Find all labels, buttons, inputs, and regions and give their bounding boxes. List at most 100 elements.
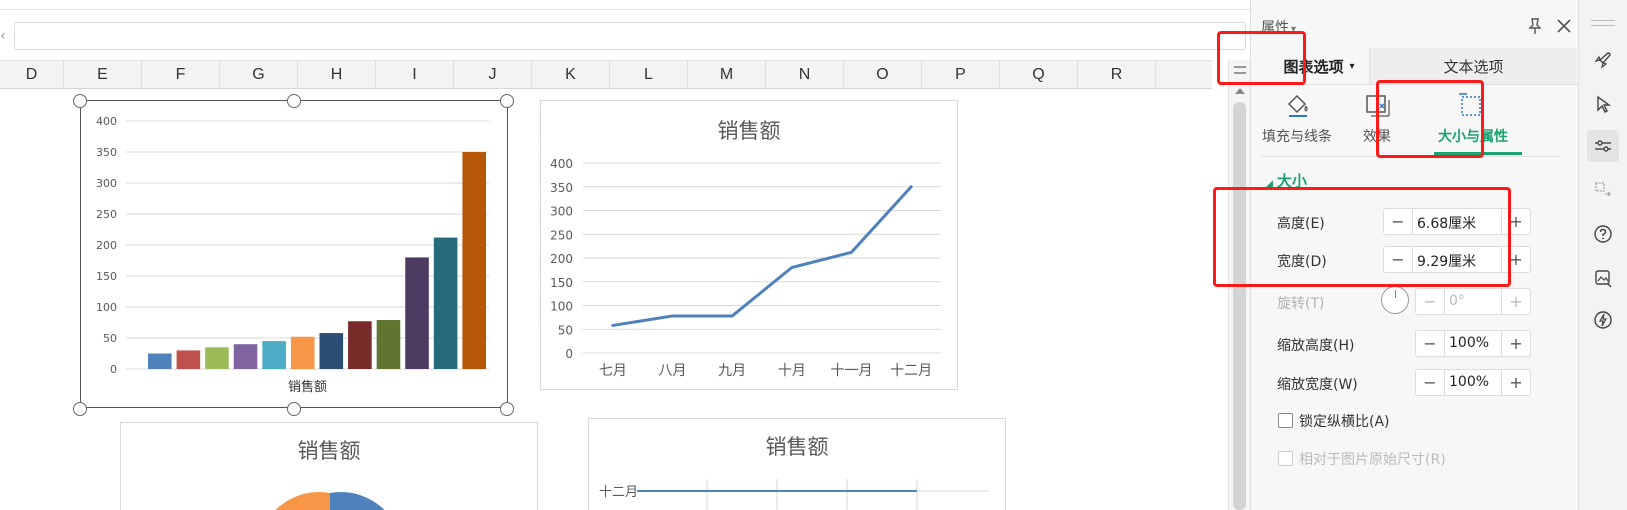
formula-bar: ‹ bbox=[0, 16, 1250, 56]
relative-original-checkbox bbox=[1278, 451, 1293, 466]
scale-width-label: 缩放宽度(W) bbox=[1277, 377, 1358, 393]
column-header-r[interactable]: R bbox=[1078, 61, 1156, 89]
bar-chart-2-category-label: 十二月 bbox=[599, 485, 638, 500]
line-x-tick-label: 十月 bbox=[778, 363, 806, 379]
rotation-stepper: − 0° + bbox=[1415, 288, 1531, 315]
resize-handle-tl[interactable] bbox=[73, 94, 87, 108]
pie-chart[interactable]: 销售额 bbox=[120, 422, 538, 510]
highlight-size-inputs bbox=[1213, 187, 1511, 287]
column-header-f[interactable]: F bbox=[142, 61, 220, 89]
rail-transform-button[interactable] bbox=[1587, 174, 1619, 206]
line-y-tick-label: 50 bbox=[558, 323, 573, 337]
column-header-k[interactable]: K bbox=[532, 61, 610, 89]
resize-handle-bm[interactable] bbox=[287, 402, 301, 416]
scale-height-input[interactable]: 100% bbox=[1444, 331, 1502, 356]
column-header-o[interactable]: O bbox=[844, 61, 922, 89]
rail-grip-icon bbox=[1591, 20, 1615, 26]
cursor-icon bbox=[1597, 95, 1612, 113]
resize-handle-br[interactable] bbox=[500, 402, 514, 416]
scale-height-row: 缩放高度(H) − 100% + bbox=[1275, 330, 1565, 358]
column-header-n[interactable]: N bbox=[766, 61, 844, 89]
rotation-dial-icon bbox=[1381, 286, 1409, 314]
scale-width-decrement-button[interactable]: − bbox=[1416, 370, 1444, 395]
formula-input[interactable] bbox=[14, 22, 1246, 50]
column-header-g[interactable]: G bbox=[220, 61, 298, 89]
sliders-icon bbox=[1595, 140, 1611, 152]
fill-bucket-icon bbox=[1287, 94, 1308, 117]
pie-chart-plot bbox=[275, 492, 385, 510]
line-y-tick-label: 150 bbox=[550, 276, 573, 290]
rotation-increment-button: + bbox=[1509, 292, 1523, 311]
resize-handle-tm[interactable] bbox=[287, 94, 301, 108]
lock-aspect-checkbox[interactable] bbox=[1278, 413, 1293, 428]
column-header-q[interactable]: Q bbox=[1000, 61, 1078, 89]
highlight-size-properties-subtab bbox=[1376, 80, 1484, 158]
column-header-m[interactable]: M bbox=[688, 61, 766, 89]
column-header-h[interactable]: H bbox=[298, 61, 376, 89]
transform-icon bbox=[1595, 182, 1611, 197]
rocket-icon bbox=[1594, 52, 1611, 69]
column-header: DEFGHIJKLMNOPQR bbox=[0, 60, 1212, 89]
rail-image-button[interactable] bbox=[1587, 262, 1619, 294]
line-chart[interactable]: 销售额 0 50 100 150 200 250 300 350 400 七月 八月 九月 十月 十一月十… bbox=[540, 100, 958, 390]
resize-handle-tr[interactable] bbox=[500, 94, 514, 108]
column-header-j[interactable]: J bbox=[454, 61, 532, 89]
rail-properties-button[interactable] bbox=[1587, 130, 1619, 162]
relative-original-row: 相对于图片原始尺寸(R) bbox=[1275, 448, 1565, 470]
bar-chart-2-plot: 十二月 bbox=[599, 479, 989, 510]
line-series[interactable] bbox=[611, 185, 913, 327]
line-x-tick-label: 十二月 bbox=[890, 363, 932, 379]
line-x-tick-label: 八月 bbox=[659, 363, 687, 379]
line-x-tick-label: 十一月 bbox=[831, 363, 873, 379]
scale-height-label: 缩放高度(H) bbox=[1277, 338, 1355, 354]
help-icon bbox=[1594, 225, 1612, 243]
scale-width-stepper: − 100% + bbox=[1415, 369, 1531, 396]
pin-icon[interactable] bbox=[1525, 16, 1545, 36]
line-y-tick-label: 250 bbox=[550, 228, 573, 242]
rotation-decrement-button: − bbox=[1423, 292, 1437, 311]
line-y-tick-label: 200 bbox=[550, 252, 573, 266]
rail-ai-button[interactable] bbox=[1587, 304, 1619, 336]
line-x-tick-label: 七月 bbox=[599, 363, 627, 379]
bar-chart-2[interactable]: 销售额 十二月 bbox=[588, 418, 1006, 510]
column-header-e[interactable]: E bbox=[64, 61, 142, 89]
scale-height-decrement-button[interactable]: − bbox=[1416, 331, 1444, 356]
relative-original-label: 相对于图片原始尺寸(R) bbox=[1299, 452, 1446, 468]
column-header-d[interactable]: D bbox=[0, 61, 64, 89]
scroll-thumb[interactable] bbox=[1233, 102, 1246, 510]
highlight-chart-options-tab bbox=[1217, 31, 1306, 85]
scale-width-input[interactable]: 100% bbox=[1444, 370, 1502, 395]
resize-handle-bl[interactable] bbox=[73, 402, 87, 416]
image-edit-icon bbox=[1595, 270, 1612, 288]
top-strip bbox=[0, 0, 1250, 10]
right-icon-rail bbox=[1578, 0, 1627, 510]
selection-frame bbox=[80, 100, 508, 408]
lightning-icon bbox=[1594, 311, 1612, 329]
formula-collapse-icon[interactable]: ‹ bbox=[0, 28, 6, 44]
scale-width-increment-button[interactable]: + bbox=[1502, 370, 1530, 395]
rotation-input: 0° bbox=[1444, 289, 1502, 314]
line-chart-plot: 0 50 100 150 200 250 300 350 400 七月 八月 九月 十月 十一月 十二月 bbox=[550, 157, 941, 379]
close-icon[interactable] bbox=[1554, 16, 1574, 36]
line-y-tick-label: 0 bbox=[565, 347, 573, 361]
lock-aspect-label: 锁定纵横比(A) bbox=[1299, 414, 1390, 430]
lock-aspect-row[interactable]: 锁定纵横比(A) bbox=[1275, 410, 1565, 432]
rail-help-button[interactable] bbox=[1587, 218, 1619, 250]
column-header-p[interactable]: P bbox=[922, 61, 1000, 89]
line-y-tick-label: 400 bbox=[550, 157, 573, 171]
scroll-up-icon[interactable] bbox=[1235, 88, 1245, 94]
line-y-tick-label: 350 bbox=[550, 181, 573, 195]
line-x-tick-label: 九月 bbox=[718, 363, 746, 379]
scale-height-increment-button[interactable]: + bbox=[1502, 331, 1530, 356]
chevron-down-icon: ▾ bbox=[1349, 60, 1355, 72]
spreadsheet-app: ‹ DEFGHIJKLMNOPQR 0 50 100 150 200 250 300 350 4… bbox=[0, 0, 1627, 510]
cell-grid[interactable]: 0 50 100 150 200 250 300 350 400 销售额 销售额 0 50 100 15… bbox=[0, 90, 1228, 510]
scale-width-row: 缩放宽度(W) − 100% + bbox=[1275, 369, 1565, 397]
scale-height-stepper: − 100% + bbox=[1415, 330, 1531, 357]
rail-rocket-button[interactable] bbox=[1587, 44, 1619, 76]
column-header-i[interactable]: I bbox=[376, 61, 454, 89]
tab-text-options[interactable]: 文本选项 bbox=[1369, 48, 1577, 84]
column-header-l[interactable]: L bbox=[610, 61, 688, 89]
rail-select-button[interactable] bbox=[1587, 88, 1619, 120]
rotation-row: 旋转(T) − 0° + bbox=[1275, 286, 1565, 316]
